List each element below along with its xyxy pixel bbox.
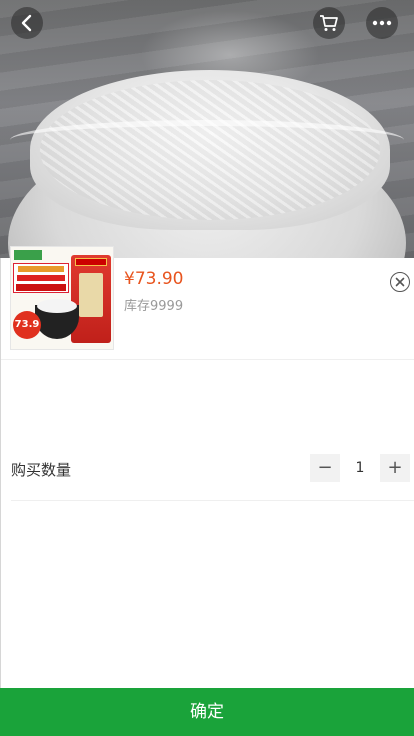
close-button[interactable] (390, 272, 410, 292)
decrement-button[interactable]: − (310, 454, 340, 482)
product-price: ¥73.90 (124, 269, 184, 289)
divider (11, 500, 414, 501)
close-icon (395, 277, 405, 287)
cart-icon (320, 15, 338, 31)
thumbnail-price-badge: 73.9 (13, 311, 41, 339)
more-horizontal-icon (372, 20, 392, 26)
sheet-edge (0, 258, 1, 688)
quantity-stepper: − 1 + (310, 454, 410, 482)
chevron-left-icon (21, 14, 32, 32)
stock-count: 库存9999 (124, 299, 184, 314)
product-hero-image (0, 0, 414, 258)
confirm-button[interactable]: 确定 (0, 688, 414, 736)
increment-button[interactable]: + (380, 454, 410, 482)
cart-button[interactable] (313, 7, 345, 39)
more-button[interactable] (366, 7, 398, 39)
quantity-section: 购买数量 − 1 + (0, 360, 414, 501)
bowl-rim (10, 120, 404, 160)
product-thumbnail: 73.9 (10, 246, 114, 350)
quantity-value[interactable]: 1 (340, 454, 380, 482)
quantity-label: 购买数量 (11, 461, 72, 479)
promo-slogan-graphic (13, 263, 69, 293)
back-button[interactable] (11, 7, 43, 39)
rice-bag-graphic (71, 255, 111, 343)
product-summary: 73.9 ¥73.90 库存9999 (0, 246, 414, 360)
brand-logo (14, 250, 42, 260)
